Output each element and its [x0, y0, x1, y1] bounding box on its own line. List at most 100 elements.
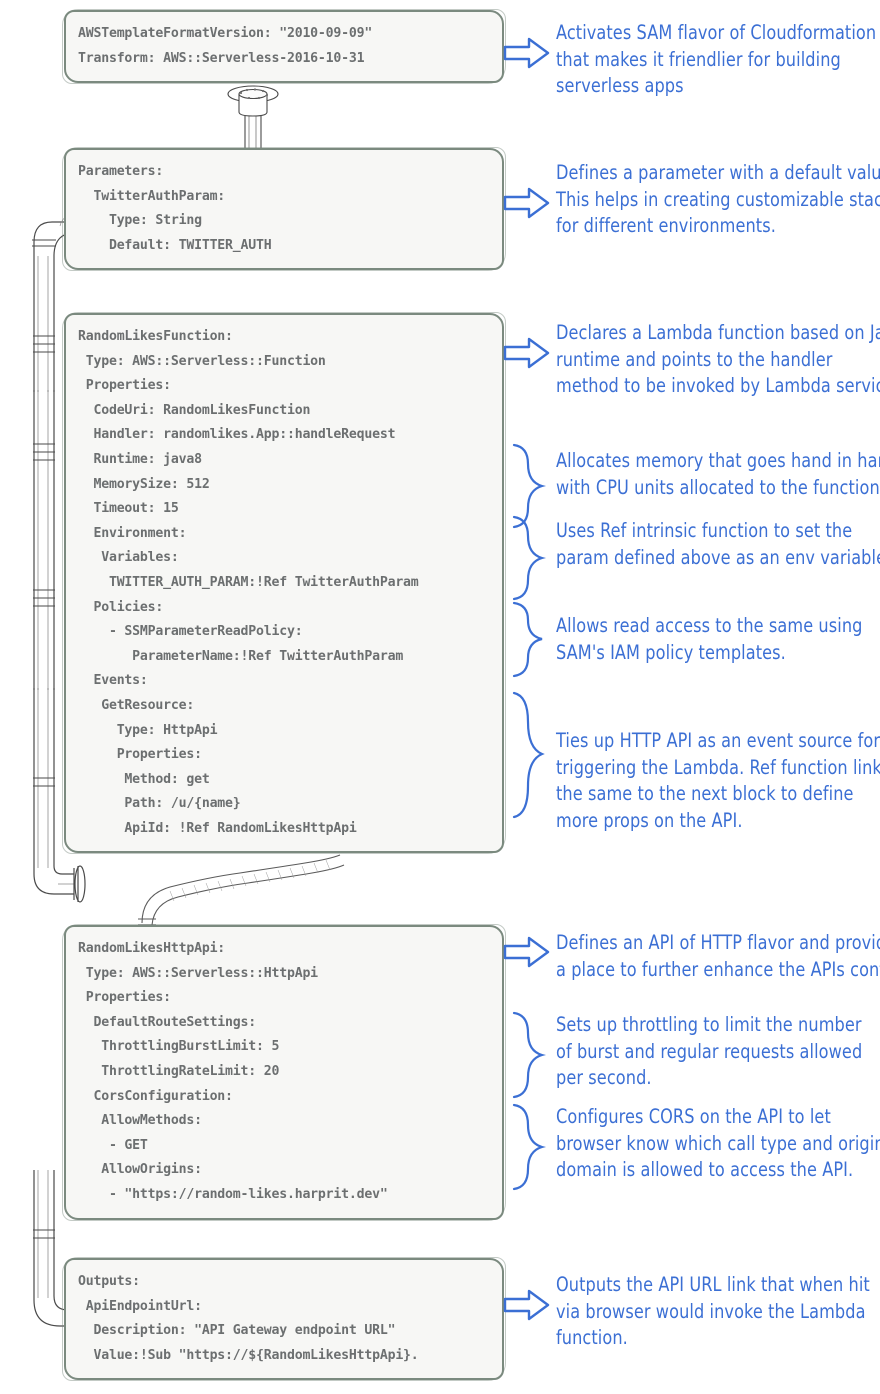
note-line: Sets up throttling to limit the number	[556, 1013, 862, 1036]
code-line: Variables:	[78, 550, 179, 566]
code-line: DefaultRouteSettings:	[78, 1014, 257, 1030]
code-line: ApiEndpointUrl:	[78, 1298, 202, 1314]
arrow-right-icon	[503, 186, 551, 220]
brace-icon	[508, 1010, 550, 1100]
code-line: Handler: randomlikes.App::handleRequest	[78, 427, 396, 443]
note-line: domain is allowed to access the API.	[556, 1158, 854, 1181]
pipe-flex-hose-icon	[130, 845, 360, 935]
code-line: Type: AWS::Serverless::HttpApi	[78, 965, 318, 981]
code-line: MemorySize: 512	[78, 476, 210, 492]
outputs-block: Outputs: ApiEndpointUrl: Description: "A…	[62, 1256, 506, 1382]
code-line: ApiId: !Ref RandomLikesHttpApi	[78, 820, 357, 836]
code-line: Value:!Sub "https://${RandomLikesHttpApi…	[78, 1347, 419, 1363]
code-line: Parameters:	[78, 164, 164, 179]
note-line: per second.	[556, 1066, 652, 1089]
note-defines-api: Defines an API of HTTP flavor and provid…	[556, 930, 880, 983]
arrow-right-icon	[503, 336, 551, 370]
note-line: Defines a parameter with a default value…	[556, 161, 880, 184]
parameters-block: Parameters: TwitterAuthParam: Type: Stri…	[62, 146, 506, 272]
code-line: ThrottlingBurstLimit: 5	[78, 1039, 280, 1055]
note-line: triggering the Lambda. Ref function link…	[556, 755, 880, 779]
note-defines-parameter: Defines a parameter with a default value…	[556, 160, 880, 240]
brace-icon	[508, 1102, 550, 1192]
code-line: CodeUri: RandomLikesFunction	[78, 402, 311, 418]
note-line: SAM's IAM policy templates.	[556, 640, 786, 664]
code-line: Environment:	[78, 525, 187, 541]
code-line: ThrottlingRateLimit: 20	[78, 1063, 280, 1079]
code-line: TWITTER_AUTH_PARAM:!Ref TwitterAuthParam	[78, 574, 419, 590]
code-line: Transform: AWS::Serverless-2016-10-31	[78, 50, 365, 66]
note-line: Allocates memory that goes hand in hand	[556, 449, 880, 472]
note-ties-up-http-api: Ties up HTTP API as an event source for t…	[556, 728, 880, 834]
note-line: for different environments.	[556, 214, 776, 237]
code-line: AllowOrigins:	[78, 1162, 202, 1178]
code-line: Default: TWITTER_AUTH	[78, 237, 272, 253]
note-line: Allows read access to the same using	[556, 614, 863, 637]
code-line: - GET	[78, 1137, 148, 1153]
note-line: runtime and points to the handler	[556, 347, 833, 371]
random-likes-http-api-block: RandomLikesHttpApi: Type: AWS::Serverles…	[62, 924, 506, 1221]
code-line: Type: HttpApi	[78, 722, 218, 738]
template-header-block: AWSTemplateFormatVersion: "2010-09-09" Tr…	[62, 8, 506, 85]
diagram-canvas: AWSTemplateFormatVersion: "2010-09-09" Tr…	[0, 0, 880, 1394]
note-activates-sam: Activates SAM flavor of Cloudformation th…	[556, 20, 876, 100]
code-line: Timeout: 15	[78, 501, 179, 517]
note-declares-lambda: Declares a Lambda function based on Java…	[556, 320, 880, 400]
brace-icon	[508, 514, 550, 602]
note-line: with CPU units allocated to the function…	[556, 475, 880, 499]
code-line: Properties:	[78, 378, 171, 394]
note-line: function.	[556, 1326, 628, 1349]
arrow-right-icon	[503, 935, 551, 969]
note-line: Defines an API of HTTP flavor and provid…	[556, 931, 880, 954]
code-line: AllowMethods:	[78, 1113, 202, 1129]
note-allows-read-access: Allows read access to the same using SAM'…	[556, 613, 863, 666]
note-line: Uses Ref intrinsic function to set the	[556, 519, 853, 542]
note-line: browser know which call type and origin	[556, 1131, 880, 1155]
code-line: Path: /u/{name}	[78, 796, 241, 812]
code-line: Runtime: java8	[78, 451, 202, 467]
code-line: - SSMParameterReadPolicy:	[78, 624, 303, 640]
code-line: Type: String	[78, 213, 202, 229]
code-line: GetResource:	[78, 697, 195, 713]
code-line: AWSTemplateFormatVersion: "2010-09-09"	[78, 26, 373, 41]
code-line: Properties:	[78, 990, 171, 1006]
code-line: RandomLikesFunction:	[78, 329, 233, 344]
note-line: Ties up HTTP API as an event source for	[556, 729, 880, 752]
code-line: CorsConfiguration:	[78, 1088, 233, 1104]
arrow-right-icon	[503, 36, 551, 70]
note-outputs-api-url: Outputs the API URL link that when hit vi…	[556, 1272, 870, 1352]
note-line: Configures CORS on the API to let	[556, 1105, 831, 1128]
code-line: Description: "API Gateway endpoint URL"	[78, 1323, 396, 1339]
note-uses-ref-intrinsic: Uses Ref intrinsic function to set the pa…	[556, 518, 880, 571]
note-line: This helps in creating customizable stac…	[556, 187, 880, 211]
note-sets-up-throttling: Sets up throttling to limit the number of…	[556, 1012, 862, 1092]
code-line: Type: AWS::Serverless::Function	[78, 353, 326, 369]
note-line: method to be invoked by Lambda service.	[556, 374, 880, 397]
note-configures-cors: Configures CORS on the API to let browser…	[556, 1104, 880, 1184]
note-line: the same to the next block to define	[556, 782, 854, 805]
brace-icon	[508, 600, 550, 678]
code-line: ParameterName:!Ref TwitterAuthParam	[78, 648, 404, 664]
brace-icon	[508, 690, 550, 820]
note-line: via browser would invoke the Lambda	[556, 1299, 866, 1323]
note-line: serverless apps	[556, 74, 684, 97]
code-line: - "https://random-likes.harprit.dev"	[78, 1186, 388, 1202]
code-line: TwitterAuthParam:	[78, 188, 226, 204]
note-line: more props on the API.	[556, 808, 743, 832]
note-allocates-memory: Allocates memory that goes hand in hand w…	[556, 448, 880, 501]
note-line: Declares a Lambda function based on Java	[556, 321, 880, 344]
note-line: Outputs the API URL link that when hit	[556, 1273, 870, 1296]
code-line: Events:	[78, 673, 148, 689]
note-line: Activates SAM flavor of Cloudformation	[556, 21, 877, 44]
arrow-right-icon	[503, 1288, 551, 1322]
random-likes-function-block: RandomLikesFunction: Type: AWS::Serverle…	[62, 311, 506, 855]
note-line: of burst and regular requests allowed	[556, 1039, 863, 1063]
code-line: Properties:	[78, 747, 202, 763]
code-line: Policies:	[78, 599, 164, 615]
code-line: Method: get	[78, 771, 210, 787]
note-line: param defined above as an env variable.	[556, 545, 880, 569]
code-line: Outputs:	[78, 1274, 140, 1289]
note-line: that makes it friendlier for building	[556, 47, 841, 71]
note-line: a place to further enhance the APIs conf…	[556, 957, 880, 981]
code-line: RandomLikesHttpApi:	[78, 941, 226, 956]
